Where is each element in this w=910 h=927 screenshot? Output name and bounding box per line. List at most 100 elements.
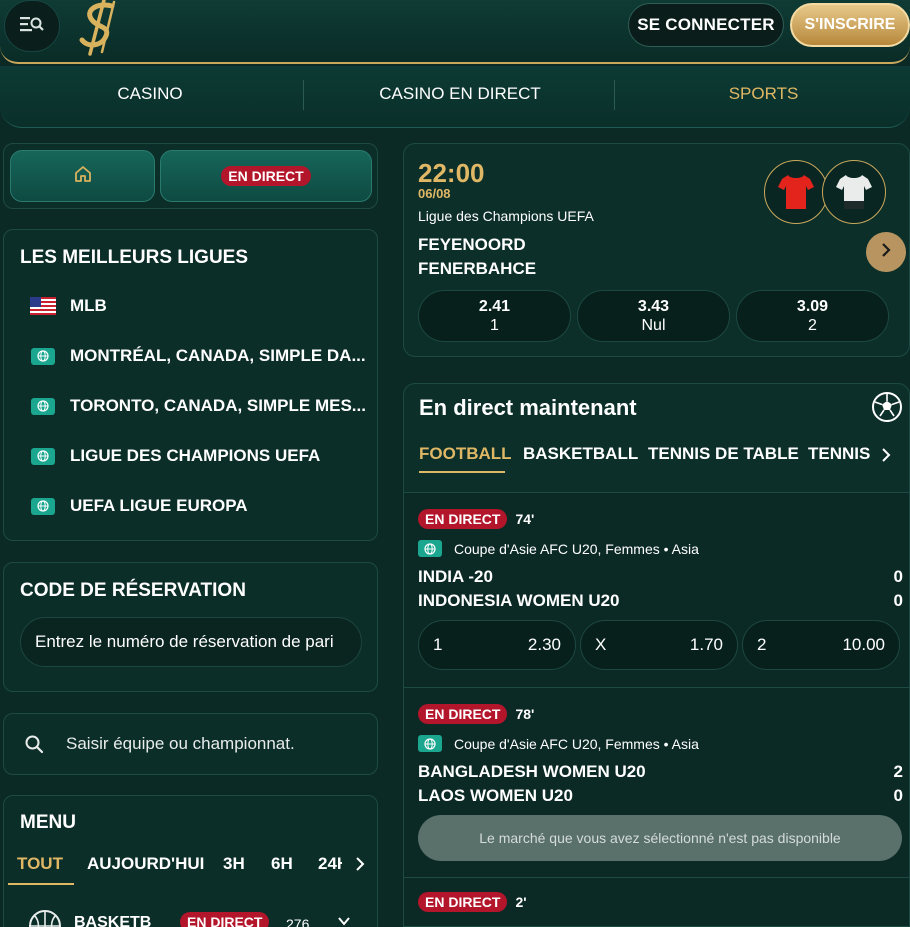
event-competition: Coupe d'Asie AFC U20, Femmes • Asia: [418, 735, 699, 752]
live-now-title: En direct maintenant: [419, 395, 637, 420]
selection-label: 2: [757, 635, 767, 654]
globe-icon: [418, 735, 442, 752]
menu-tab-6h[interactable]: 6H: [271, 854, 293, 874]
home-button[interactable]: [10, 150, 155, 202]
away-team: LAOS WOMEN U20: [418, 786, 573, 805]
match-minute: 78': [515, 706, 535, 722]
sport-tab-tennis[interactable]: TENNIS: [808, 444, 870, 464]
nav-divider: [614, 80, 615, 110]
featured-match-card[interactable]: 22:00 06/08 Ligue des Champions UEFA FEY…: [403, 143, 910, 357]
menu-tab-24h[interactable]: 24H: [318, 854, 342, 874]
home-team: BANGLADESH WOMEN U20: [418, 762, 646, 781]
soccer-ball-icon: [871, 391, 903, 428]
away-jersey-icon: [822, 160, 886, 224]
home-team: INDIA -20: [418, 567, 493, 586]
nav-live-casino[interactable]: CASINO EN DIRECT: [306, 84, 614, 104]
sport-tab-football[interactable]: FOOTBALL: [419, 444, 512, 464]
search-input[interactable]: Saisir équipe ou championnat.: [24, 734, 295, 754]
event-competition: Coupe d'Asie AFC U20, Femmes • Asia: [418, 540, 699, 557]
selection-home-button[interactable]: 1 2.30: [418, 620, 576, 670]
league-item-champions-league[interactable]: LIGUE DES CHAMPIONS UEFA: [30, 446, 320, 466]
selection-draw-button[interactable]: X 1.70: [580, 620, 738, 670]
home-jersey-icon: [764, 160, 828, 224]
home-icon: [73, 164, 93, 189]
globe-icon: [30, 397, 56, 415]
menu-tabs: TOUT AUJOURD'HUI 3H 6H 24H: [4, 854, 377, 888]
match-date: 06/08: [418, 186, 451, 201]
top-bar: SE CONNECTER S'INSCRIRE: [0, 0, 910, 64]
menu-tab-today[interactable]: AUJOURD'HUI: [87, 854, 204, 874]
globe-icon: [30, 347, 56, 365]
live-event[interactable]: EN DIRECT 78' Coupe d'Asie AFC U20, Femm…: [404, 687, 909, 877]
odd-label: Nul: [641, 317, 666, 334]
menu-search-button[interactable]: [4, 0, 60, 52]
chevron-right-icon[interactable]: [881, 447, 891, 468]
odd-label: 1: [490, 317, 499, 334]
league-item-toronto[interactable]: TORONTO, CANADA, SIMPLE MES...: [30, 396, 366, 416]
live-badge: EN DIRECT: [180, 912, 270, 927]
login-button[interactable]: SE CONNECTER: [628, 3, 784, 47]
search-icon: [24, 734, 44, 754]
away-team: FENERBAHCE: [418, 259, 537, 278]
signup-button[interactable]: S'INSCRIRE: [790, 3, 910, 47]
league-item-montreal[interactable]: MONTRÉAL, CANADA, SIMPLE DA...: [30, 346, 366, 366]
top-leagues-title: LES MEILLEURS LIGUES: [20, 247, 249, 268]
match-league: Ligue des Champions UEFA: [418, 208, 594, 224]
odd-away-button[interactable]: 3.09 2: [736, 290, 889, 342]
league-item-europa-league[interactable]: UEFA LIGUE EUROPA: [30, 496, 248, 516]
brand-logo-icon[interactable]: [76, 0, 124, 56]
event-status: EN DIRECT 78': [418, 704, 534, 724]
match-minute: 74': [515, 511, 535, 527]
booking-panel: CODE DE RÉSERVATION Entrez le numéro de …: [3, 562, 378, 692]
expand-icon[interactable]: [337, 915, 351, 927]
chevron-right-icon[interactable]: [355, 856, 365, 877]
globe-icon: [30, 497, 56, 515]
menu-tab-3h[interactable]: 3H: [223, 854, 245, 874]
league-label: TORONTO, CANADA, SIMPLE MES...: [70, 396, 366, 415]
selection-odd: 10.00: [842, 635, 885, 654]
selection-label: 1: [433, 635, 443, 654]
nav-casino[interactable]: CASINO: [0, 84, 300, 104]
live-badge: EN DIRECT: [418, 704, 508, 724]
odd-home-button[interactable]: 2.41 1: [418, 290, 571, 342]
league-label: UEFA LIGUE EUROPA: [70, 496, 248, 515]
live-button[interactable]: EN DIRECT: [160, 150, 372, 202]
odd-draw-button[interactable]: 3.43 Nul: [577, 290, 730, 342]
odd-label: 2: [808, 317, 817, 334]
nav-sports[interactable]: SPORTS: [617, 84, 910, 104]
live-event[interactable]: EN DIRECT 2': [404, 877, 909, 926]
away-team: INDONESIA WOMEN U20: [418, 591, 620, 610]
home-score: 0: [893, 567, 903, 586]
chevron-right-icon: [881, 242, 891, 263]
us-flag-icon: [30, 297, 56, 315]
live-badge: EN DIRECT: [221, 166, 311, 186]
globe-icon: [418, 540, 442, 557]
menu-title: MENU: [20, 812, 76, 833]
nav-divider: [303, 80, 304, 110]
live-badge: EN DIRECT: [418, 892, 508, 912]
selection-odd: 2.30: [527, 635, 561, 654]
basketball-icon: [28, 909, 62, 927]
odd-value: 3.43: [637, 298, 670, 315]
next-match-button[interactable]: [866, 232, 906, 272]
home-team: FEYENOORD: [418, 235, 526, 254]
active-tab-underline: [8, 883, 74, 885]
odd-value: 3.09: [796, 298, 829, 315]
menu-tab-all[interactable]: TOUT: [17, 854, 63, 874]
top-leagues-panel: LES MEILLEURS LIGUES MLB MONTRÉAL, CANAD…: [3, 229, 378, 541]
away-score: 0: [893, 591, 903, 610]
live-event[interactable]: EN DIRECT 74' Coupe d'Asie AFC U20, Femm…: [404, 492, 909, 687]
active-tab-underline: [419, 471, 505, 473]
booking-code-input[interactable]: Entrez le numéro de réservation de pari: [20, 617, 362, 667]
selection-away-button[interactable]: 2 10.00: [742, 620, 900, 670]
sport-tab-basketball[interactable]: BASKETBALL: [523, 444, 638, 464]
menu-item-basketball[interactable]: BASKETB EN DIRECT 276: [28, 909, 368, 927]
sport-tab-table-tennis[interactable]: TENNIS DE TABLE: [648, 444, 799, 464]
competition-label: Coupe d'Asie AFC U20, Femmes • Asia: [454, 540, 699, 557]
event-status: EN DIRECT 74': [418, 509, 534, 529]
booking-title: CODE DE RÉSERVATION: [20, 580, 246, 601]
league-item-mlb[interactable]: MLB: [30, 296, 107, 316]
selection-odd: 1.70: [689, 635, 723, 654]
live-badge: EN DIRECT: [418, 509, 508, 529]
match-time: 22:00: [418, 158, 485, 188]
